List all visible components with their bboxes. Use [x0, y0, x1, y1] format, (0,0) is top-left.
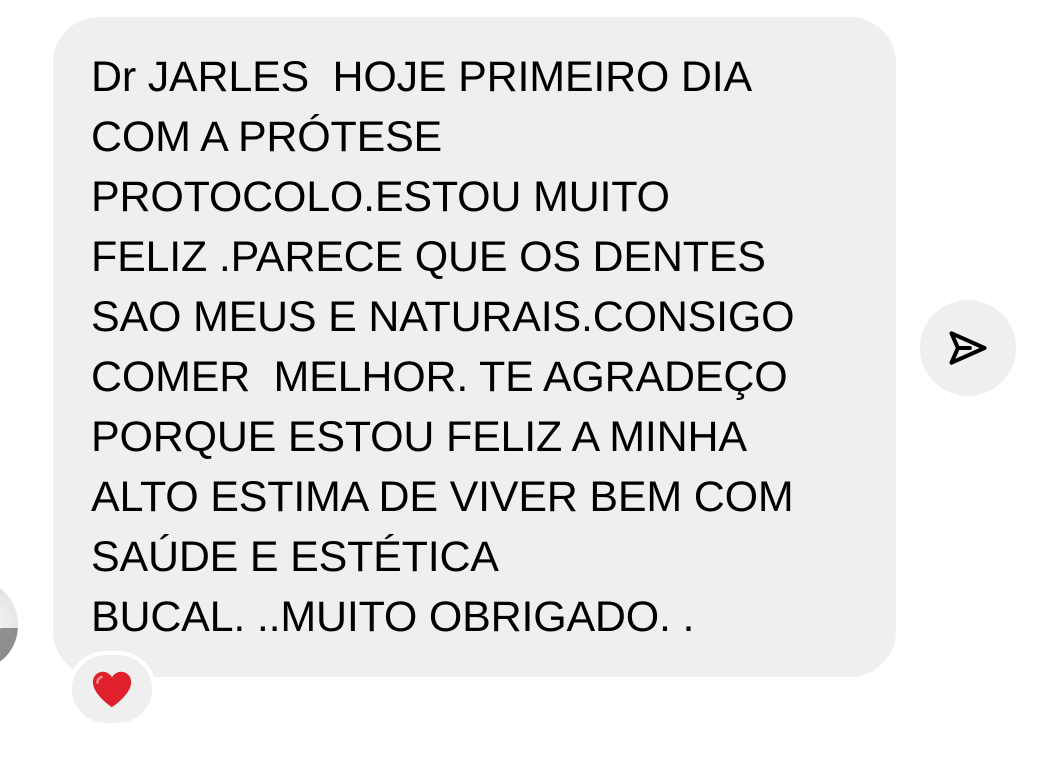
message-bubble[interactable]: Dr JARLES HOJE PRIMEIRO DIA COM A PRÓTES…: [53, 17, 896, 677]
red-heart-icon: [92, 671, 132, 708]
chat-thread: Dr JARLES HOJE PRIMEIRO DIA COM A PRÓTES…: [0, 0, 1055, 766]
paper-plane-icon: [949, 331, 987, 365]
avatar[interactable]: [0, 582, 18, 668]
message-text: Dr JARLES HOJE PRIMEIRO DIA COM A PRÓTES…: [91, 53, 795, 641]
share-button[interactable]: [920, 300, 1016, 396]
reaction-badge[interactable]: [68, 651, 156, 727]
